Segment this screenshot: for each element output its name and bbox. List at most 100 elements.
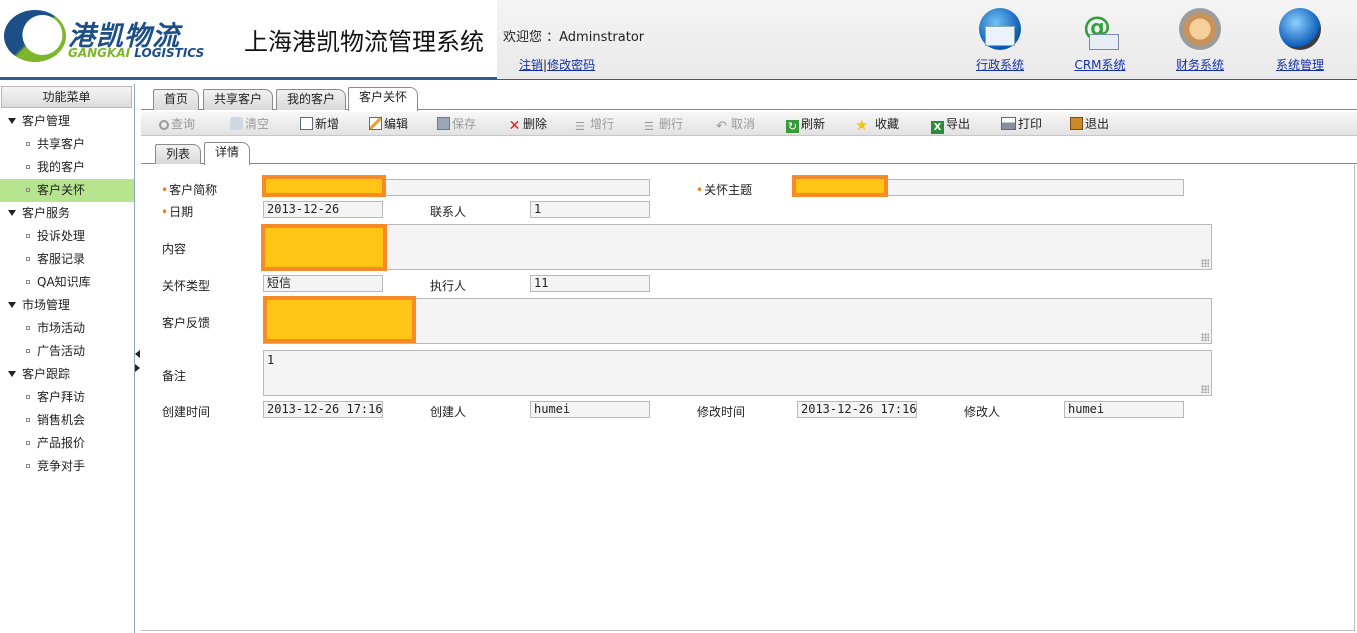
logo-swoosh-icon (4, 10, 66, 62)
query-button[interactable]: 查询 (159, 115, 195, 133)
sidebar-group-customer-management[interactable]: 客户管理 (0, 110, 134, 133)
sidebar-item-sales-opportunity[interactable]: 销售机会 (0, 409, 134, 432)
add-row-button[interactable]: ☰ 增行 (575, 115, 614, 133)
sidebar-item-competitors[interactable]: 竞争对手 (0, 455, 134, 478)
resize-grip-icon[interactable] (1201, 333, 1209, 341)
system-finance[interactable]: 财务系统 (1164, 8, 1236, 73)
redaction-block (261, 224, 387, 271)
bullet-icon (26, 326, 30, 330)
resize-grip-icon[interactable] (1201, 259, 1209, 267)
sidebar-item-service-records[interactable]: 客服记录 (0, 248, 134, 271)
sidebar-group-customer-tracking[interactable]: 客户跟踪 (0, 363, 134, 386)
export-button[interactable]: X 导出 (931, 115, 970, 134)
created-time-label: 创建时间 (162, 405, 211, 419)
crm-system-link[interactable]: CRM系统 (1064, 56, 1136, 73)
creator-label: 创建人 (430, 405, 467, 419)
redaction-block (263, 296, 416, 343)
care-detail-form: •客户简称 •关怀主题 •日期 2013-12-26 联系人 1 内容 关怀类型… (141, 165, 1355, 631)
sidebar-item-customer-care[interactable]: 客户关怀 (0, 179, 134, 202)
bullet-icon (26, 142, 30, 146)
account-links: 注销|修改密码 (519, 58, 596, 72)
subtab-list[interactable]: 列表 (155, 144, 202, 164)
tab-shared-customers[interactable]: 共享客户 (203, 89, 274, 110)
date-label: •日期 (161, 205, 194, 219)
date-field[interactable]: 2013-12-26 (263, 201, 383, 218)
sidebar-item-shared-customers[interactable]: 共享客户 (0, 133, 134, 156)
modified-time-label: 修改时间 (697, 405, 746, 419)
contact-field[interactable]: 1 (530, 201, 650, 218)
refresh-button[interactable]: ↻ 刷新 (786, 115, 825, 133)
add-button[interactable]: 新增 (300, 115, 339, 133)
modifier-field[interactable]: humei (1064, 401, 1184, 418)
mail-globe-icon (979, 8, 1021, 50)
sidebar-item-product-quote[interactable]: 产品报价 (0, 432, 134, 455)
tab-customer-care[interactable]: 客户关怀 (348, 87, 419, 111)
expand-triangle-icon (8, 302, 16, 308)
bullet-icon (26, 418, 30, 422)
contact-label: 联系人 (430, 205, 467, 219)
edit-button[interactable]: 编辑 (369, 115, 408, 133)
sidebar-splitter[interactable] (134, 346, 140, 376)
logout-link[interactable]: 注销 (519, 58, 543, 72)
delete-row-button[interactable]: ☰ 删行 (644, 115, 683, 133)
sidebar-item-ad-activity[interactable]: 广告活动 (0, 340, 134, 363)
clear-button[interactable]: 清空 (230, 115, 269, 133)
executor-field[interactable]: 11 (530, 275, 650, 292)
sidebar-item-qa-knowledge[interactable]: QA知识库 (0, 271, 134, 294)
printer-icon (1001, 117, 1016, 130)
sidebar-item-complaints[interactable]: 投诉处理 (0, 225, 134, 248)
content-textarea[interactable] (263, 224, 1212, 270)
new-document-icon (300, 117, 313, 130)
tab-home[interactable]: 首页 (153, 89, 200, 110)
delete-button[interactable]: ✕ 删除 (508, 115, 547, 133)
expand-arrow-icon[interactable] (135, 364, 140, 372)
bullet-icon (26, 188, 30, 192)
collapse-arrow-icon[interactable] (135, 350, 140, 358)
change-password-link[interactable]: 修改密码 (547, 58, 595, 72)
save-disk-icon (437, 117, 450, 130)
print-button[interactable]: 打印 (1001, 115, 1042, 133)
tab-my-customers[interactable]: 我的客户 (276, 89, 347, 110)
system-admin[interactable]: 行政系统 (964, 8, 1036, 73)
creator-field[interactable]: humei (530, 401, 650, 418)
finance-system-link[interactable]: 财务系统 (1164, 56, 1236, 73)
sidebar-item-my-customers[interactable]: 我的客户 (0, 156, 134, 179)
sidebar-title: 功能菜单 (1, 86, 132, 108)
welcome-panel: 欢迎您 ：Adminstrator 注销|修改密码 行政系统 @ CRM系统 财… (497, 0, 1357, 79)
bullet-icon (26, 349, 30, 353)
sidebar-group-market-management[interactable]: 市场管理 (0, 294, 134, 317)
toolbar: 查询 清空 新增 编辑 保存 ✕ 删除 ☰ 增行 ☰ 删行 ↶ 取消 ↻ 刷新 ★ 收藏 X… (141, 112, 1357, 136)
cancel-button[interactable]: ↶ 取消 (716, 115, 755, 133)
star-icon: ★ (855, 116, 869, 134)
created-time-field[interactable]: 2013-12-26 17:16 (263, 401, 383, 418)
sidebar-group-customer-service[interactable]: 客户服务 (0, 202, 134, 225)
expand-triangle-icon (8, 371, 16, 377)
feedback-label: 客户反馈 (162, 316, 211, 330)
refresh-icon: ↻ (786, 120, 799, 133)
sidebar-item-market-activity[interactable]: 市场活动 (0, 317, 134, 340)
bullet-icon (26, 257, 30, 261)
content-label: 内容 (162, 242, 187, 256)
sidebar-item-customer-visit[interactable]: 客户拜访 (0, 386, 134, 409)
system-crm[interactable]: @ CRM系统 (1064, 8, 1136, 73)
bullet-icon (26, 464, 30, 468)
system-management[interactable]: 系统管理 (1264, 8, 1336, 73)
executor-label: 执行人 (430, 279, 467, 293)
resize-grip-icon[interactable] (1201, 385, 1209, 393)
admin-system-link[interactable]: 行政系统 (964, 56, 1036, 73)
bullet-icon (26, 441, 30, 445)
care-type-label: 关怀类型 (162, 279, 211, 293)
search-icon (159, 120, 169, 130)
subtab-detail[interactable]: 详情 (204, 142, 251, 165)
remark-label: 备注 (162, 369, 187, 383)
delete-row-icon: ☰ (644, 120, 654, 133)
care-type-field[interactable]: 短信 (263, 275, 383, 292)
modified-time-field[interactable]: 2013-12-26 17:16 (797, 401, 917, 418)
care-subject-label: •关怀主题 (696, 183, 753, 197)
remark-textarea[interactable]: 1 (263, 350, 1212, 396)
system-management-link[interactable]: 系统管理 (1264, 56, 1336, 73)
save-button[interactable]: 保存 (437, 115, 476, 133)
favorite-button[interactable]: ★ 收藏 (855, 115, 899, 133)
exit-button[interactable]: 退出 (1070, 115, 1109, 133)
excel-export-icon: X (931, 121, 944, 134)
